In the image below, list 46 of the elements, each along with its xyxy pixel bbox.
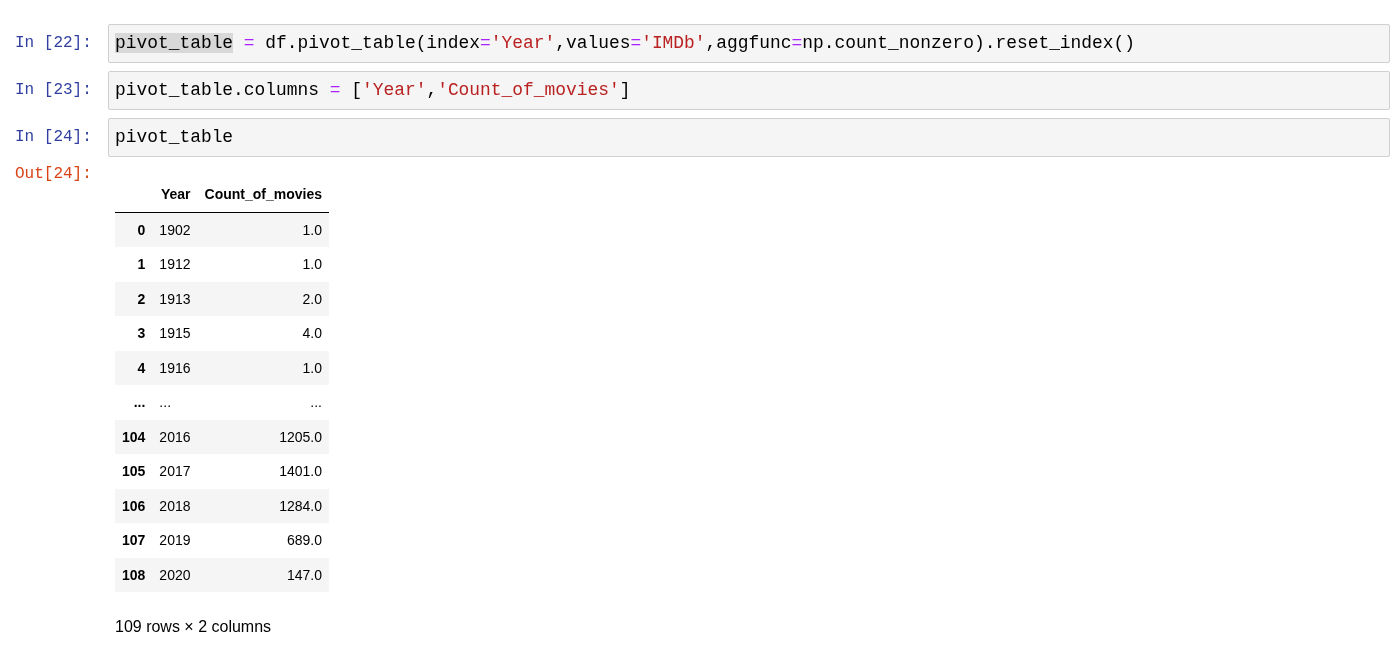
table-cell: 1284.0	[197, 488, 329, 523]
table-cell: 1902	[152, 212, 198, 247]
input-prompt: In [22]:	[15, 33, 93, 52]
table-cell: 1401.0	[197, 454, 329, 489]
code-cell[interactable]: pivot_table.columns = ['Year','Count_of_movies']	[108, 71, 1390, 110]
code-cell[interactable]: pivot_table	[108, 118, 1390, 157]
input-prompt: In [24]:	[15, 127, 93, 146]
row-index: 107	[115, 523, 153, 558]
code-line: pivot_table	[115, 127, 235, 148]
table-cell: 1916	[152, 350, 198, 385]
table-cell: 1.0	[197, 212, 329, 247]
row-index: 106	[115, 488, 153, 523]
table-cell: ...	[197, 385, 329, 420]
table-cell: 1915	[152, 316, 198, 351]
table-cell: 689.0	[197, 523, 329, 558]
row-index: ...	[115, 385, 153, 420]
table-cell: 1.0	[197, 350, 329, 385]
code-line: pivot_table = df.pivot_table(index='Year',values='IMDb',aggfunc=np.count_nonzero).reset_index()	[115, 33, 1137, 54]
column-header: Count_of_movies	[197, 177, 329, 212]
table-shape-caption: 109 rows × 2 columns	[115, 618, 273, 636]
table-cell: ...	[152, 385, 198, 420]
code-line: pivot_table.columns = ['Year','Count_of_movies']	[115, 80, 632, 101]
row-index: 2	[115, 281, 153, 316]
table-cell: 2019	[152, 523, 198, 558]
row-index: 4	[115, 350, 153, 385]
output-prompt: Out[24]:	[15, 165, 93, 185]
table-cell: 2018	[152, 488, 198, 523]
table-cell: 2.0	[197, 281, 329, 316]
table-cell: 1205.0	[197, 419, 329, 454]
table-cell: 2016	[152, 419, 198, 454]
table-cell: 1.0	[197, 247, 329, 282]
table-cell: 1913	[152, 281, 198, 316]
table-cell: 1912	[152, 247, 198, 282]
row-index: 3	[115, 316, 153, 351]
row-index: 1	[115, 247, 153, 282]
table-cell: 4.0	[197, 316, 329, 351]
row-index: 104	[115, 419, 153, 454]
row-index: 108	[115, 557, 153, 592]
table-cell: 2020	[152, 557, 198, 592]
input-prompt: In [23]:	[15, 80, 93, 99]
row-index: 105	[115, 454, 153, 489]
table-cell: 147.0	[197, 557, 329, 592]
table-cell: 2017	[152, 454, 198, 489]
row-index: 0	[115, 212, 153, 247]
code-cell[interactable]: pivot_table = df.pivot_table(index='Year',values='IMDb',aggfunc=np.count_nonzero).reset_index()	[108, 24, 1390, 63]
column-header: Year	[152, 177, 198, 212]
